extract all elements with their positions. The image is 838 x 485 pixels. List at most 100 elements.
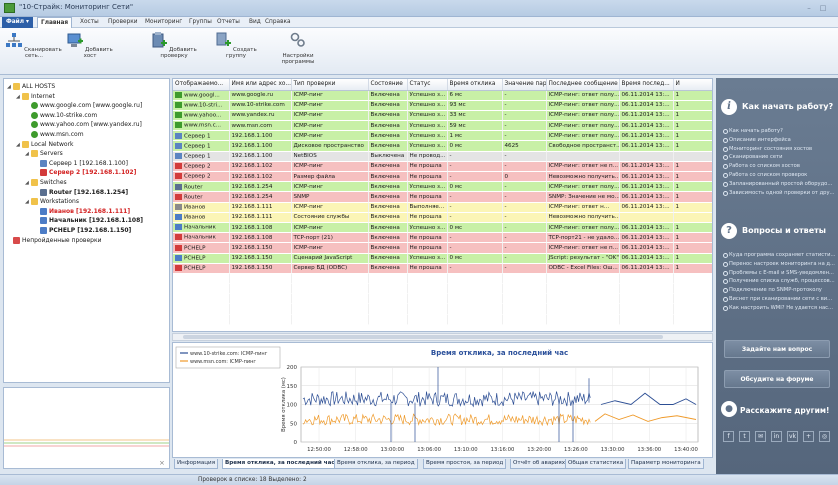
column-header[interactable]: Имя или адрес хо... [229,79,292,91]
help-link[interactable]: Проблемы с E-mail и SMS-уведомлен... [723,270,834,276]
tab-response-period[interactable]: Время отклика, за период [334,459,418,469]
tree-item[interactable]: ◢ Workstations [25,197,79,206]
tab-groups[interactable]: Группы [186,17,215,28]
program-settings-button[interactable]: Настройки программы [278,32,318,65]
table-cell: Успешно з... [407,90,448,101]
table-row[interactable]: Сервер 1 192.168.1.100 ICMP-пинг Включена Ус… [173,130,712,142]
tree-item[interactable]: Иванов [192.168.1.111] [34,207,130,216]
help-link[interactable]: Описание интерфейса [723,137,791,143]
tree-item[interactable]: Router [192.168.1.254] [34,188,128,197]
table-row[interactable]: Иванов 192.168.1.111 ICMP-пинг Включена Выпо… [173,202,712,213]
social-share-icon[interactable]: vk [787,431,798,442]
table-row[interactable]: www.10-stri... www.10-strike.com ICMP-пинг… [173,100,712,111]
tree-item[interactable]: ◢ Servers [25,149,63,158]
table-row[interactable]: Router 192.168.1.254 SNMP Включена Не прошла… [173,191,712,203]
tree-item[interactable]: www.10-strike.com [25,111,97,120]
social-share-icon[interactable]: in [771,431,782,442]
tree-item[interactable]: PCHELP [192.168.1.150] [34,226,131,235]
cell-display-name: Иванов [173,202,230,213]
tree-item[interactable]: ◢ Internet [16,92,55,101]
tree-item[interactable]: Сервер 2 [192.168.1.102] [34,168,136,177]
social-share-icon[interactable]: ◎ [819,431,830,442]
ask-question-button[interactable]: Задайте нам вопрос [724,340,830,358]
tree-item[interactable]: Сервер 1 [192.168.1.100] [34,159,128,168]
tree-item[interactable]: ◢ Local Network [16,140,74,149]
table-cell: 1 [673,232,712,244]
file-menu[interactable]: Файл ▾ [2,17,33,28]
tab-home[interactable]: Главная [37,17,73,28]
column-header[interactable]: Время отклика [447,79,503,91]
help-link[interactable]: Подключение по SNMP-протоколу [723,287,822,294]
scrollbar-thumb[interactable] [183,335,663,339]
maximize-icon[interactable]: □ [818,3,828,13]
tab-downtime-period[interactable]: Время простоя, за период [423,459,507,469]
tree-item[interactable]: www.google.com [www.google.ru] [25,101,142,110]
help-link[interactable]: Виснет при сканировании сети с ви... [722,296,832,302]
tree-item[interactable]: Непройденные проверки [7,236,102,245]
table-row[interactable]: Начальник 192.168.1.108 TCP-порт (21) Включ… [173,232,712,244]
social-share-icon[interactable]: ✉ [755,431,766,442]
forum-button[interactable]: Обсудите на форуме [724,370,830,388]
table-row[interactable]: PCHELP 192.168.1.150 ICMP-пинг Включена Не п… [173,242,712,254]
table-row[interactable]: PCHELP 192.168.1.150 Сервер БД (ODBC) Включ… [173,263,712,274]
x-tick-label: 12:50:00 [307,447,331,453]
tab-response-last-hour[interactable]: Время отклика, за последний час [222,459,338,469]
tree-item[interactable]: Начальник [192.168.1.108] [34,216,143,225]
column-header[interactable]: Последнее сообщение [546,79,620,91]
help-link[interactable]: Мониторинг состояния хостов [722,146,812,152]
help-link[interactable]: Как настроить WMI? Не удается нас... [723,305,833,311]
column-header[interactable]: Отображаемо... [173,79,230,91]
social-share-icon[interactable]: f [723,431,734,442]
table-cell: 192.168.1.108 [229,222,292,234]
tab-monitoring[interactable]: Мониторинг [142,17,185,28]
minimize-icon[interactable]: – [804,3,814,13]
column-header[interactable]: Состояние [368,79,408,91]
help-link[interactable]: Запланированный простой оборудо... [722,181,832,187]
tab-monitoring-param[interactable]: Параметр мониторинга [628,459,704,469]
column-header[interactable]: И [673,79,712,91]
social-share-icon[interactable]: t [739,431,750,442]
help-link[interactable]: Работа со списком проверок [722,172,807,178]
tab-info[interactable]: Информация [174,459,219,469]
scan-network-button[interactable]: Сканировать сеть... [6,32,62,59]
tree-item[interactable]: www.yahoo.com [www.yandex.ru] [25,120,142,129]
help-link[interactable]: Куда программа сохраняет статисти... [722,252,835,258]
column-header[interactable]: Статус [407,79,448,91]
table-row[interactable]: www.googl... www.google.ru ICMP-пинг Включе… [173,90,712,101]
help-link[interactable]: Работа со списком хостов [723,163,800,170]
tab-alarm-report[interactable]: Отчёт об авариях [510,459,569,469]
table-row[interactable]: Router 192.168.1.254 ICMP-пинг Включена Успе… [173,181,712,193]
help-link[interactable]: Сканирование сети [722,154,782,161]
help-link[interactable]: Перенос настроек мониторинга на д... [723,261,835,267]
table-row[interactable]: Сервер 1 192.168.1.100 Дисковое пространст… [173,140,712,152]
help-link[interactable]: Как начать работу? [723,128,783,134]
table-row[interactable]: www.yahoo... www.yandex.ru ICMP-пинг Включе… [173,110,712,122]
tab-general-stats[interactable]: Общая статистика [565,459,627,469]
horizontal-scrollbar[interactable] [172,333,713,341]
help-link[interactable]: Зависимость одной проверки от дру... [722,190,834,196]
column-header[interactable]: Значение пар... [502,79,547,91]
tab-hosts[interactable]: Хосты [77,17,102,28]
help-link[interactable]: Получение списка служб, процессов... [723,278,835,285]
social-share-icon[interactable]: + [803,431,814,442]
create-group-button[interactable]: Создать группу [212,32,260,59]
tab-help[interactable]: Справка [262,17,294,28]
tree-item[interactable]: ◢ ALL HOSTS [7,82,55,91]
table-row[interactable]: Иванов 192.168.1.111 Состояние службы Включ… [173,212,712,223]
tree-item[interactable]: ◢ Switches [25,178,67,187]
table-row[interactable]: www.msn.c... www.msn.com ICMP-пинг Включена… [173,120,712,132]
tab-checks[interactable]: Проверки [105,17,141,28]
table-row[interactable]: Начальник 192.168.1.108 ICMP-пинг Включена У… [173,222,712,234]
column-header[interactable]: Тип проверки [291,79,369,91]
add-host-button[interactable]: Добавить хост [64,32,116,59]
tab-reports[interactable]: Отчеты [214,17,243,28]
table-row[interactable]: Сервер 1 192.168.1.100 NetBIOS Выключена Не … [173,151,712,162]
table-row[interactable]: Сервер 2 192.168.1.102 ICMP-пинг Включена Не… [173,161,712,173]
router-icon [40,188,47,196]
tree-item[interactable]: www.msn.com [25,130,84,139]
table-row[interactable]: PCHELP 192.168.1.150 Сценарий JavaScript Вк… [173,253,712,264]
table-row[interactable]: Сервер 2 192.168.1.102 Размер файла Включен… [173,171,712,183]
info-icon: i [721,99,737,115]
column-header[interactable]: Время послед... [619,79,674,91]
add-check-button[interactable]: Добавить проверку [145,32,203,59]
